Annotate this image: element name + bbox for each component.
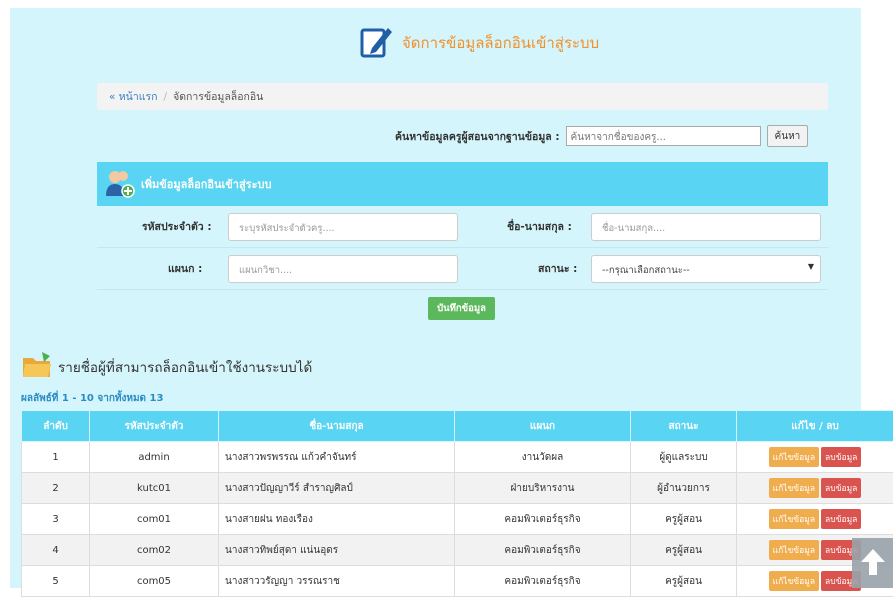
status-select[interactable]: --กรุณาเลือกสถานะ-- ▼	[591, 255, 821, 283]
col-id[interactable]: รหัสประจำตัว	[90, 411, 219, 442]
col-actions: แก้ไข / ลบ	[737, 411, 893, 442]
save-button[interactable]: บันทึกข้อมูล	[428, 297, 495, 320]
cell-status: ครูผู้สอน	[631, 504, 737, 535]
status-select-value: --กรุณาเลือกสถานะ--	[602, 265, 690, 276]
cell-dept: คอมพิวเตอร์ธุรกิจ	[455, 504, 631, 535]
search-bar: ค้นหาข้อมูลครูผู้สอนจากฐานข้อมูล : ค้นหา…	[395, 125, 808, 147]
cell-name: นางสาวทิพย์สุดา แน่นอุดร	[219, 535, 455, 566]
cell-no: 2	[22, 473, 90, 504]
table-row: 3 com01 นางสายฝน ทองเรือง คอมพิวเตอร์ธุร…	[22, 504, 893, 535]
cell-dept: คอมพิวเตอร์ธุรกิจ	[455, 566, 631, 597]
table-row: 1 admin นางสาวพรพรรณ แก้วคำจันทร์ งานวัด…	[22, 442, 893, 473]
breadcrumb-home-link[interactable]: « หน้าแรก	[109, 88, 158, 105]
scroll-to-top-button[interactable]	[852, 538, 893, 588]
cell-name: นางสาววรัญญา วรรณราช	[219, 566, 455, 597]
edit-button[interactable]: แก้ไขข้อมูล	[769, 571, 819, 591]
result-count: ผลลัพธ์ที่ 1 - 10 จากทั้งหมด 13	[21, 391, 163, 406]
cell-no: 1	[22, 442, 90, 473]
cell-actions: แก้ไขข้อมูลลบข้อมูล	[737, 442, 893, 473]
cell-dept: ฝ่ายบริหารงาน	[455, 473, 631, 504]
form-row-1: รหัสประจำตัว : ระบุรหัสประจำตัวครู.... ช…	[97, 207, 828, 248]
cell-status: ผู้อำนวยการ	[631, 473, 737, 504]
table-header-row: ลำดับ รหัสประจำตัว ชื่อ-นามสกุล แผนก สถา…	[22, 411, 893, 442]
form-row-2: แผนก : แผนกวิชา.... สถานะ : --กรุณาเลือก…	[97, 249, 828, 290]
cell-no: 5	[22, 566, 90, 597]
dept-field[interactable]: แผนกวิชา....	[228, 255, 458, 283]
arrow-up-icon	[860, 547, 886, 580]
cell-status: ครูผู้สอน	[631, 566, 737, 597]
breadcrumb-current: จัดการข้อมูลล็อกอิน	[173, 88, 263, 105]
delete-button[interactable]: ลบข้อมูล	[821, 509, 861, 529]
form-header: เพิ่มข้อมูลล็อกอินเข้าสู่ระบบ	[97, 162, 828, 206]
table-row: 5 com05 นางสาววรัญญา วรรณราช คอมพิวเตอร์…	[22, 566, 893, 597]
form-heading: เพิ่มข้อมูลล็อกอินเข้าสู่ระบบ	[141, 175, 271, 193]
cell-no: 4	[22, 535, 90, 566]
status-label: สถานะ :	[538, 260, 577, 277]
add-user-icon	[105, 168, 135, 201]
breadcrumb-separator: /	[164, 91, 168, 103]
table-row: 2 kutc01 นางสาวปัญญาวีร์ สำราญศิลป์ ฝ่าย…	[22, 473, 893, 504]
cell-status: ครูผู้สอน	[631, 535, 737, 566]
edit-button[interactable]: แก้ไขข้อมูล	[769, 540, 819, 560]
cell-dept: คอมพิวเตอร์ธุรกิจ	[455, 535, 631, 566]
chevron-down-icon: ▼	[808, 262, 814, 271]
cell-no: 3	[22, 504, 90, 535]
name-field[interactable]: ชื่อ-นามสกุล....	[591, 213, 821, 241]
col-name[interactable]: ชื่อ-นามสกุล	[219, 411, 455, 442]
cell-name: นางสาวปัญญาวีร์ สำราญศิลป์	[219, 473, 455, 504]
id-label: รหัสประจำตัว :	[142, 218, 212, 235]
folder-icon	[22, 350, 52, 383]
edit-button[interactable]: แก้ไขข้อมูล	[769, 478, 819, 498]
cell-dept: งานวัดผล	[455, 442, 631, 473]
col-no[interactable]: ลำดับ	[22, 411, 90, 442]
users-table: ลำดับ รหัสประจำตัว ชื่อ-นามสกุล แผนก สถา…	[21, 410, 893, 597]
search-label: ค้นหาข้อมูลครูผู้สอนจากฐานข้อมูล :	[395, 128, 560, 145]
cell-status: ผู้ดูแลระบบ	[631, 442, 737, 473]
delete-button[interactable]: ลบข้อมูล	[821, 478, 861, 498]
edit-document-icon	[360, 24, 394, 61]
edit-button[interactable]: แก้ไขข้อมูล	[769, 447, 819, 467]
table-row: 4 com02 นางสาวทิพย์สุดา แน่นอุดร คอมพิวเ…	[22, 535, 893, 566]
cell-id: com05	[90, 566, 219, 597]
cell-id: kutc01	[90, 473, 219, 504]
name-label: ชื่อ-นามสกุล :	[507, 218, 572, 235]
search-button[interactable]: ค้นหา	[767, 125, 809, 147]
page-title-text: จัดการข้อมูลล็อกอินเข้าสู่ระบบ	[402, 31, 599, 55]
cell-name: นางสายฝน ทองเรือง	[219, 504, 455, 535]
search-input[interactable]: ค้นหาจากชื่อของครู...	[566, 126, 761, 146]
list-header: รายชื่อผู้ที่สามารถล็อกอินเข้าใช้งานระบบ…	[22, 350, 312, 383]
cell-actions: แก้ไขข้อมูลลบข้อมูล	[737, 473, 893, 504]
col-status[interactable]: สถานะ	[631, 411, 737, 442]
cell-id: com02	[90, 535, 219, 566]
cell-name: นางสาวพรพรรณ แก้วคำจันทร์	[219, 442, 455, 473]
list-heading: รายชื่อผู้ที่สามารถล็อกอินเข้าใช้งานระบบ…	[58, 356, 312, 378]
cell-id: com01	[90, 504, 219, 535]
cell-actions: แก้ไขข้อมูลลบข้อมูล	[737, 504, 893, 535]
delete-button[interactable]: ลบข้อมูล	[821, 447, 861, 467]
breadcrumb: « หน้าแรก / จัดการข้อมูลล็อกอิน	[97, 83, 828, 110]
edit-button[interactable]: แก้ไขข้อมูล	[769, 509, 819, 529]
dept-label: แผนก :	[168, 260, 202, 277]
cell-id: admin	[90, 442, 219, 473]
page-title: จัดการข้อมูลล็อกอินเข้าสู่ระบบ	[360, 24, 599, 61]
id-field[interactable]: ระบุรหัสประจำตัวครู....	[228, 213, 458, 241]
col-dept[interactable]: แผนก	[455, 411, 631, 442]
